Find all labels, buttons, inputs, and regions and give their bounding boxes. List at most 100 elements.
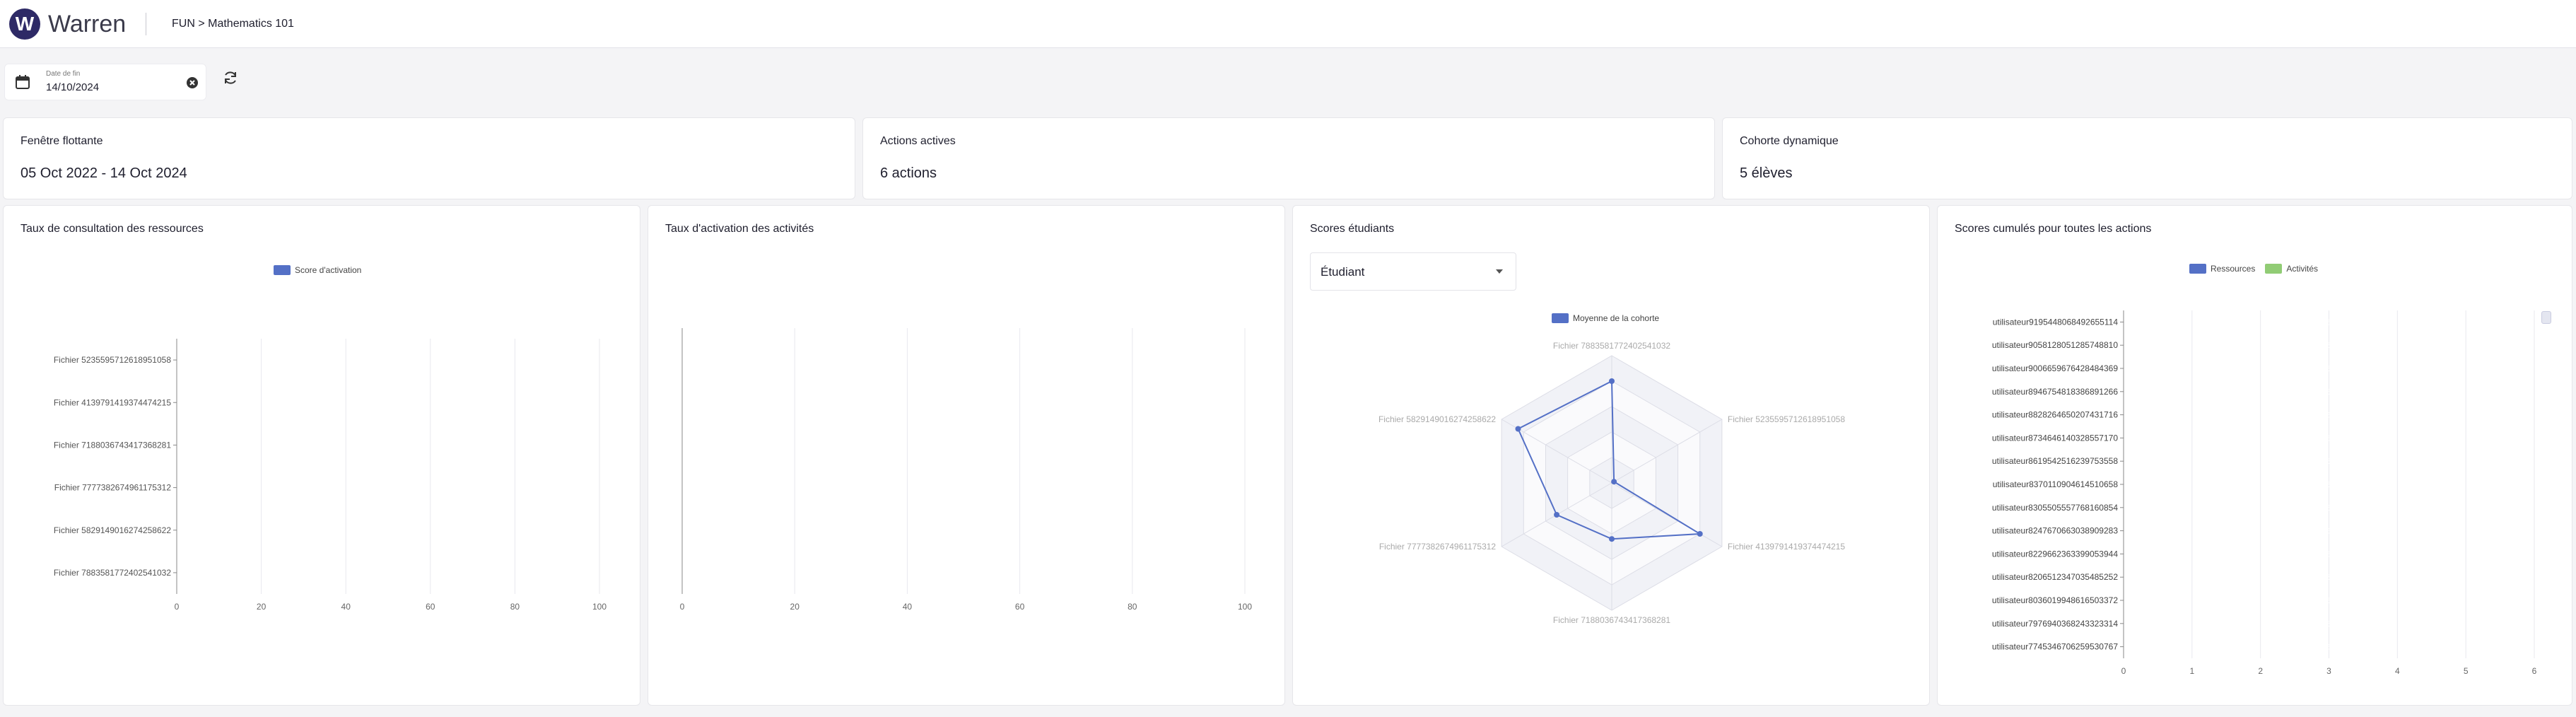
y-tick-label: utilisateur8206512347035485252 [1992, 572, 2118, 582]
logo-icon[interactable]: W [9, 8, 40, 40]
y-tick-label: Fichier 5235595712618951058 [54, 355, 171, 365]
radar-point [1515, 426, 1521, 432]
radar-indicator-label: Fichier 7883581772402541032 [1553, 341, 1670, 351]
y-tick-label: utilisateur8946754818386891266 [1992, 387, 2118, 397]
x-tick-label: 5 [2464, 666, 2469, 676]
y-tick-label: Fichier 5829149016274258622 [54, 525, 171, 535]
y-tick-label: Fichier 7883581772402541032 [54, 568, 171, 578]
data-label: 6 [2326, 412, 2331, 420]
x-tick-label: 80 [510, 602, 520, 612]
data-label: 6 [2326, 597, 2331, 605]
data-label: 27/10/21 [180, 483, 213, 493]
data-label: 6 [2326, 457, 2331, 466]
y-tick-label: Fichier 7777382674961175312 [54, 483, 172, 493]
radar-point [1609, 378, 1615, 384]
data-label: 6 [2326, 481, 2331, 489]
x-tick-label: 80 [1128, 602, 1137, 612]
data-label: 6 [2326, 527, 2331, 536]
data-label: 6 [2326, 620, 2331, 629]
y-tick-label: utilisateur8305505557768160854 [1992, 503, 2118, 513]
panel-title: Scores cumulés pour toutes les actions [1955, 223, 2152, 235]
data-label: 6 [2326, 434, 2331, 443]
radar-point [1609, 536, 1615, 542]
x-tick-label: 4 [2395, 666, 2400, 676]
calendar-icon[interactable] [15, 74, 30, 90]
y-tick-label: utilisateur8036019948616503372 [1992, 595, 2118, 605]
kpi-title: Fenêtre flottante [21, 135, 103, 147]
data-label: 6 [2326, 573, 2331, 582]
x-tick-label: 40 [903, 602, 913, 612]
panel-activation: Taux d'activation des activités 0 20 40 60 8… [648, 205, 1285, 706]
legend-swatch-resources [2189, 264, 2206, 274]
data-label: 6 [2326, 643, 2331, 652]
cumulated-chart: 0 1 2 3 4 5 6 utilisateur9195448068492655114 6 ut… [1992, 310, 2537, 676]
x-tick-label: 100 [592, 602, 607, 612]
legend-label-resources: Ressources [2211, 264, 2256, 274]
x-tick-label: 3 [2326, 666, 2331, 676]
student-select-value: Étudiant [1321, 265, 1365, 279]
clear-icon[interactable] [186, 76, 199, 89]
panel-title: Scores étudiants [1310, 223, 1395, 235]
y-tick-label: utilisateur8828264650207431716 [1992, 410, 2118, 420]
y-tick-label: utilisateur7745346706259530767 [1992, 642, 2118, 652]
y-tick-label: utilisateur9058128051285748810 [1992, 340, 2118, 350]
radar-indicator-label: Fichier 5829149016274258622 [1378, 414, 1496, 424]
refresh-icon[interactable] [222, 69, 239, 86]
y-tick-label: utilisateur8734646140328557170 [1992, 433, 2118, 443]
y-tick-label: Fichier 4139791419374474215 [54, 397, 171, 407]
data-label: 25/10/21 [180, 568, 213, 578]
radar-indicator-label: Fichier 7777382674961175312 [1379, 542, 1497, 552]
y-tick-label: Fichier 7188036743417368281 [54, 440, 171, 450]
x-tick-label: 6 [2532, 666, 2537, 676]
kpi-value: 5 élèves [1740, 165, 1793, 181]
legend-label-activities: Activités [2286, 264, 2319, 274]
x-tick-label: 20 [790, 602, 800, 612]
legend-scroll-handle[interactable] [2541, 311, 2551, 324]
x-tick-label: 1 [2189, 666, 2194, 676]
data-label: 06/10/21 [180, 355, 213, 365]
radar-point [1611, 479, 1617, 485]
x-tick-label: 2 [2258, 666, 2263, 676]
x-tick-label: 20 [257, 602, 267, 612]
legend-swatch-activities [2265, 264, 2283, 274]
y-tick-label: utilisateur8619542516239753558 [1992, 456, 2118, 466]
x-tick-label: 0 [680, 602, 685, 612]
kpi-card-cohort: Cohorte dynamique 5 élèves [1722, 117, 2572, 199]
panel-title: Taux de consultation des ressources [21, 223, 204, 235]
chart-legend[interactable]: Ressources Activités [2189, 264, 2318, 274]
app-name: Warren [48, 11, 127, 37]
chevron-down-icon[interactable] [1496, 269, 1503, 274]
data-label: 31/10/21 [180, 440, 213, 450]
kpi-title: Actions actives [880, 135, 956, 147]
radar-chart: Fichier 7883581772402541032 Fichier 52355… [1378, 341, 1845, 625]
panel-consultation: Taux de consultation des ressources Scor… [3, 205, 640, 706]
y-tick-label: utilisateur9195448068492655114 [1993, 317, 2119, 327]
data-label: 25/10/21 [180, 525, 213, 535]
kpi-card-window: Fenêtre flottante 05 Oct 2022 - 14 Oct 2… [3, 117, 855, 199]
y-tick-label: utilisateur8229662363399053944 [1992, 549, 2118, 559]
radar-point [1554, 512, 1560, 518]
data-label: 6 [2326, 365, 2331, 373]
breadcrumb[interactable]: FUN > Mathematics 101 [172, 18, 294, 30]
panel-student-scores: Scores étudiants Étudiant Moyenne de la … [1292, 205, 1930, 706]
x-tick-label: 0 [175, 602, 180, 612]
data-label: 6 [2326, 342, 2331, 350]
panel-title: Taux d'activation des activités [665, 223, 814, 235]
activation-chart: 0 20 40 60 80 100 [680, 328, 1252, 612]
x-tick-label: 60 [426, 602, 435, 612]
y-tick-label: utilisateur7976940368243323314 [1992, 619, 2118, 629]
date-field-label: Date de fin [46, 70, 81, 78]
date-field-value[interactable]: 14/10/2024 [46, 81, 99, 93]
x-tick-label: 60 [1015, 602, 1025, 612]
y-tick-label: utilisateur9006659676428484369 [1992, 363, 2118, 373]
student-select[interactable]: Étudiant [1310, 252, 1516, 291]
data-label: 06/10/21 [180, 397, 213, 407]
radar-indicator-label: Fichier 5235595712618951058 [1728, 414, 1845, 424]
kpi-card-actions: Actions actives 6 actions [862, 117, 1715, 199]
panel-cumulated-scores: Scores cumulés pour toutes les actions R… [1937, 205, 2572, 706]
x-tick-label: 0 [2121, 666, 2126, 676]
radar-point [1697, 531, 1703, 537]
x-tick-label: 100 [1238, 602, 1252, 612]
data-label: 6 [2326, 504, 2331, 513]
end-date-field[interactable]: Date de fin 14/10/2024 [4, 64, 206, 100]
